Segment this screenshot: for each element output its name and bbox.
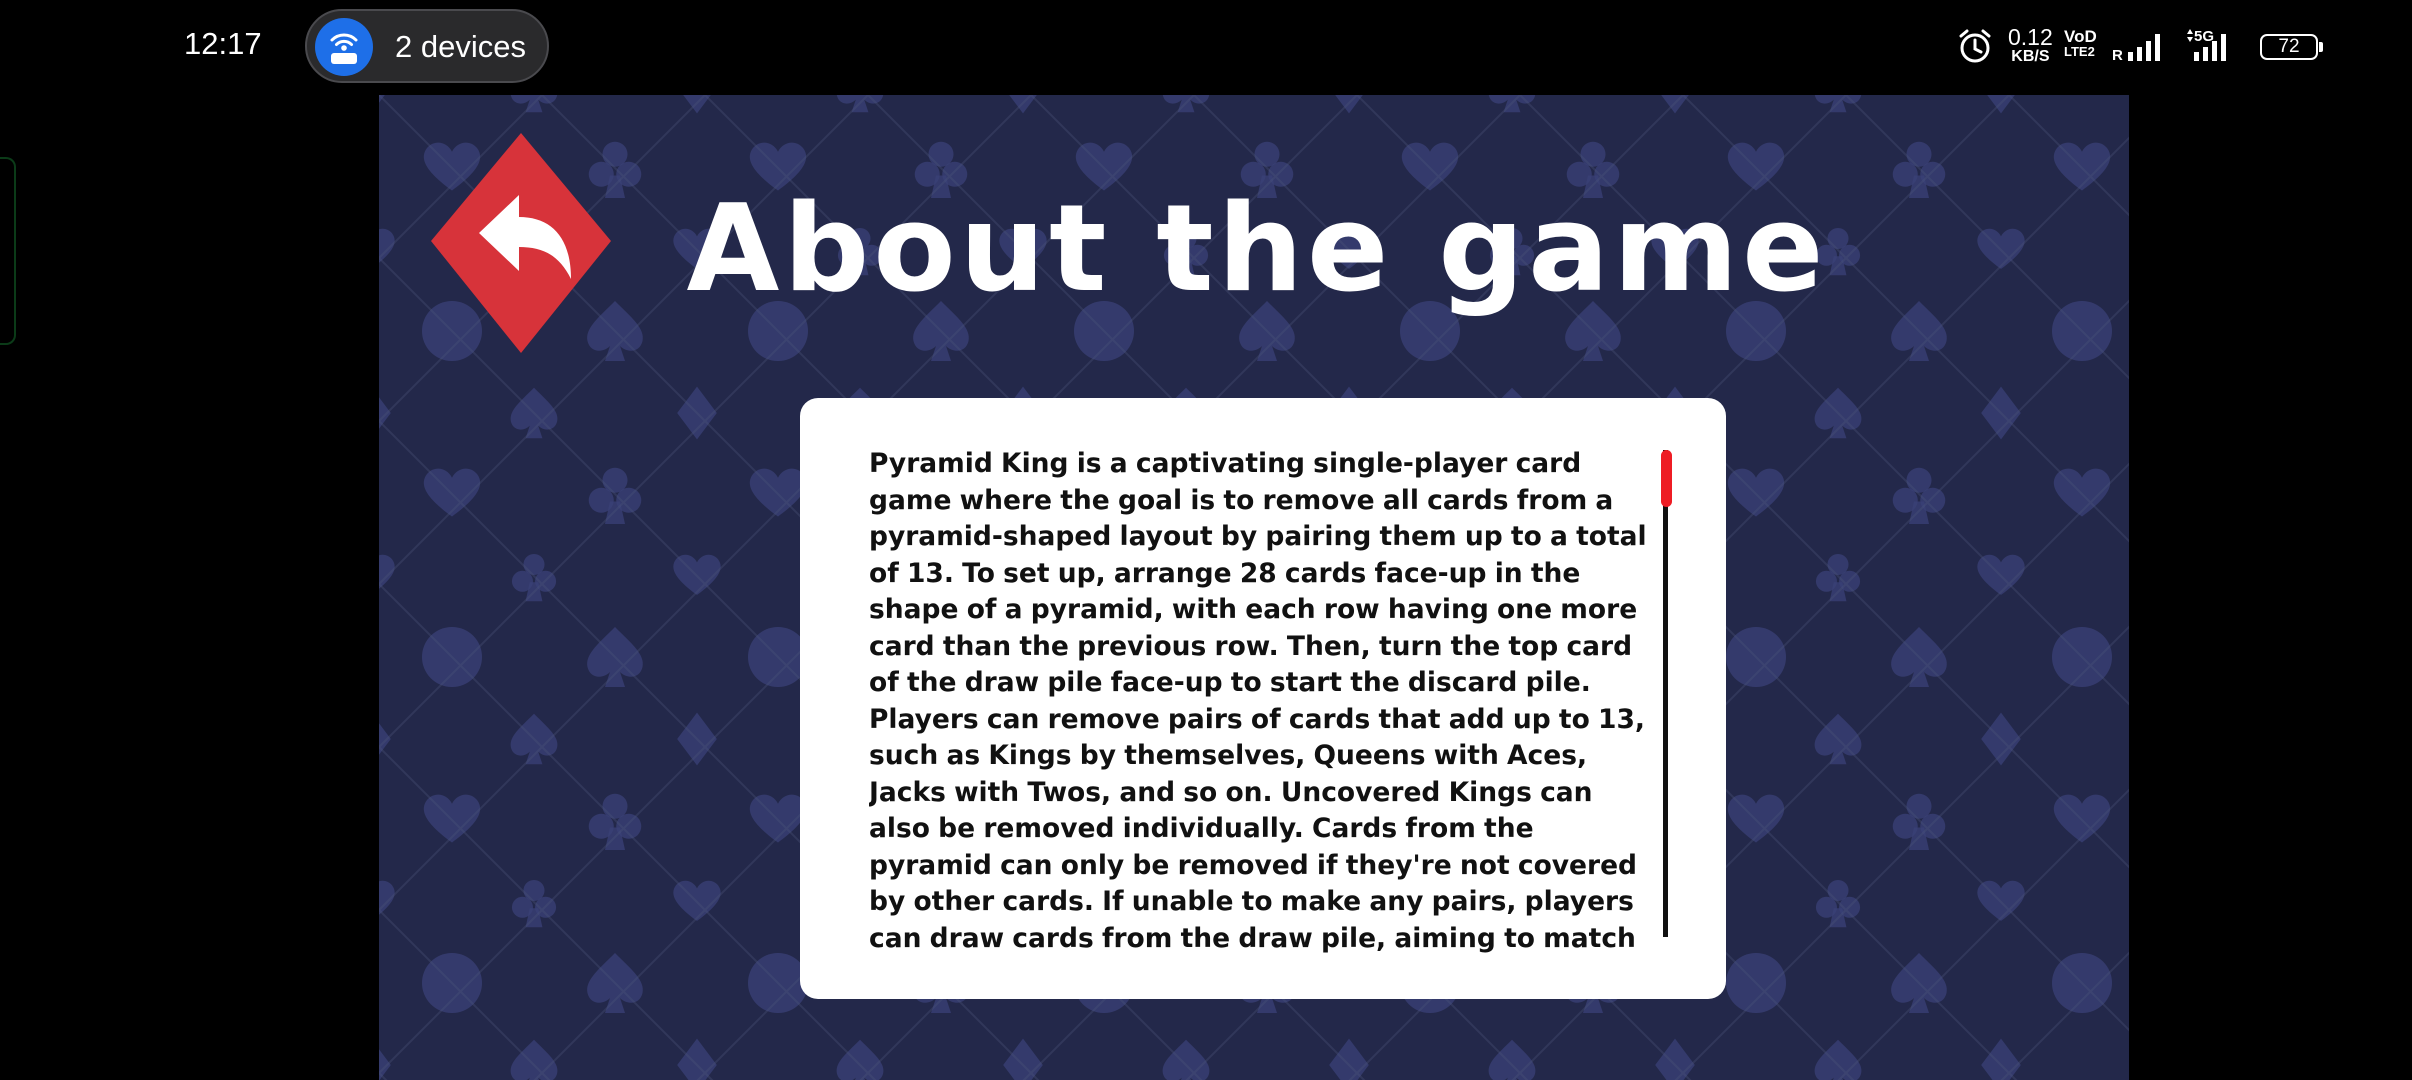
network-speed: 0.12 KB/S — [2008, 26, 2053, 65]
network-speed-unit: KB/S — [2011, 48, 2050, 65]
network-speed-value: 0.12 — [2008, 24, 2053, 50]
battery-tip — [2319, 42, 2323, 52]
status-icons: 0.12 KB/S VoD LTE2 R 5G 72 — [1912, 20, 2412, 76]
status-clock: 12:17 — [184, 26, 262, 61]
volte-top-label: VoD — [2064, 27, 2097, 46]
status-bar: 12:17 2 devices 0.12 KB/S VoD LTE2 R 5G … — [0, 0, 2412, 95]
game-screen: About the game Pyramid King is a captiva… — [379, 95, 2129, 1080]
sim2-network-label: 5G — [2194, 28, 2214, 45]
scrollbar-thumb[interactable] — [1661, 450, 1672, 507]
volte-bottom-label: LTE2 — [2064, 44, 2095, 59]
hotspot-label: 2 devices — [395, 29, 526, 64]
alarm-icon — [1959, 29, 1991, 63]
battery-icon: 72 — [2260, 34, 2318, 60]
sim1-signal-icon: R — [2112, 34, 2160, 64]
scrollbar-track[interactable] — [1663, 450, 1668, 937]
page-title: About the game — [686, 180, 1828, 319]
side-panel-handle[interactable] — [0, 157, 16, 345]
about-text[interactable]: Pyramid King is a captivating single-pla… — [869, 446, 1659, 960]
sim1-roaming-label: R — [2112, 47, 2123, 64]
sim2-signal-icon: 5G — [2187, 28, 2226, 61]
about-panel: Pyramid King is a captivating single-pla… — [800, 398, 1726, 999]
hotspot-indicator[interactable]: 2 devices — [305, 9, 549, 83]
volte-indicator: VoD LTE2 — [2064, 28, 2097, 58]
wifi-hotspot-icon — [315, 18, 373, 76]
